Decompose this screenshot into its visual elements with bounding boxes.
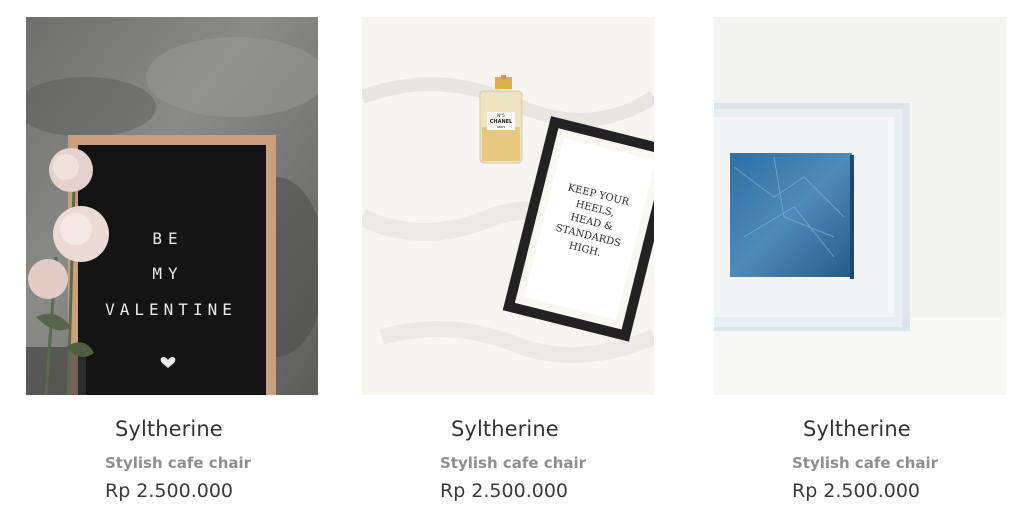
product-description: Stylish cafe chair xyxy=(792,454,939,472)
perfume-label-line: N°5 xyxy=(497,113,505,118)
product-image[interactable]: N°5 CHANEL PARIS KEEP YOUR HEELS, HEAD &… xyxy=(362,17,654,395)
product-card[interactable]: N°5 CHANEL PARIS KEEP YOUR HEELS, HEAD &… xyxy=(362,17,654,509)
product-price: Rp 2.500.000 xyxy=(440,480,568,502)
perfume-label-line: PARIS xyxy=(497,125,506,129)
product-card[interactable]: Syltherine Stylish cafe chair Rp 2.500.0… xyxy=(714,17,1006,509)
product-description: Stylish cafe chair xyxy=(105,454,252,472)
letter-board-line: MY xyxy=(152,264,183,283)
product-price: Rp 2.500.000 xyxy=(792,480,920,502)
product-description: Stylish cafe chair xyxy=(440,454,587,472)
product-name[interactable]: Syltherine xyxy=(451,417,559,441)
product-name[interactable]: Syltherine xyxy=(115,417,223,441)
letter-board-line: BE xyxy=(152,229,183,248)
letter-board-line: VALENTINE xyxy=(105,300,237,319)
product-price: Rp 2.500.000 xyxy=(105,480,233,502)
product-image[interactable]: BE MY VALENTINE xyxy=(26,17,318,395)
product-name[interactable]: Syltherine xyxy=(803,417,911,441)
product-card[interactable]: BE MY VALENTINE Syltherine Stylish cafe … xyxy=(26,17,318,509)
product-image[interactable] xyxy=(714,17,1006,395)
